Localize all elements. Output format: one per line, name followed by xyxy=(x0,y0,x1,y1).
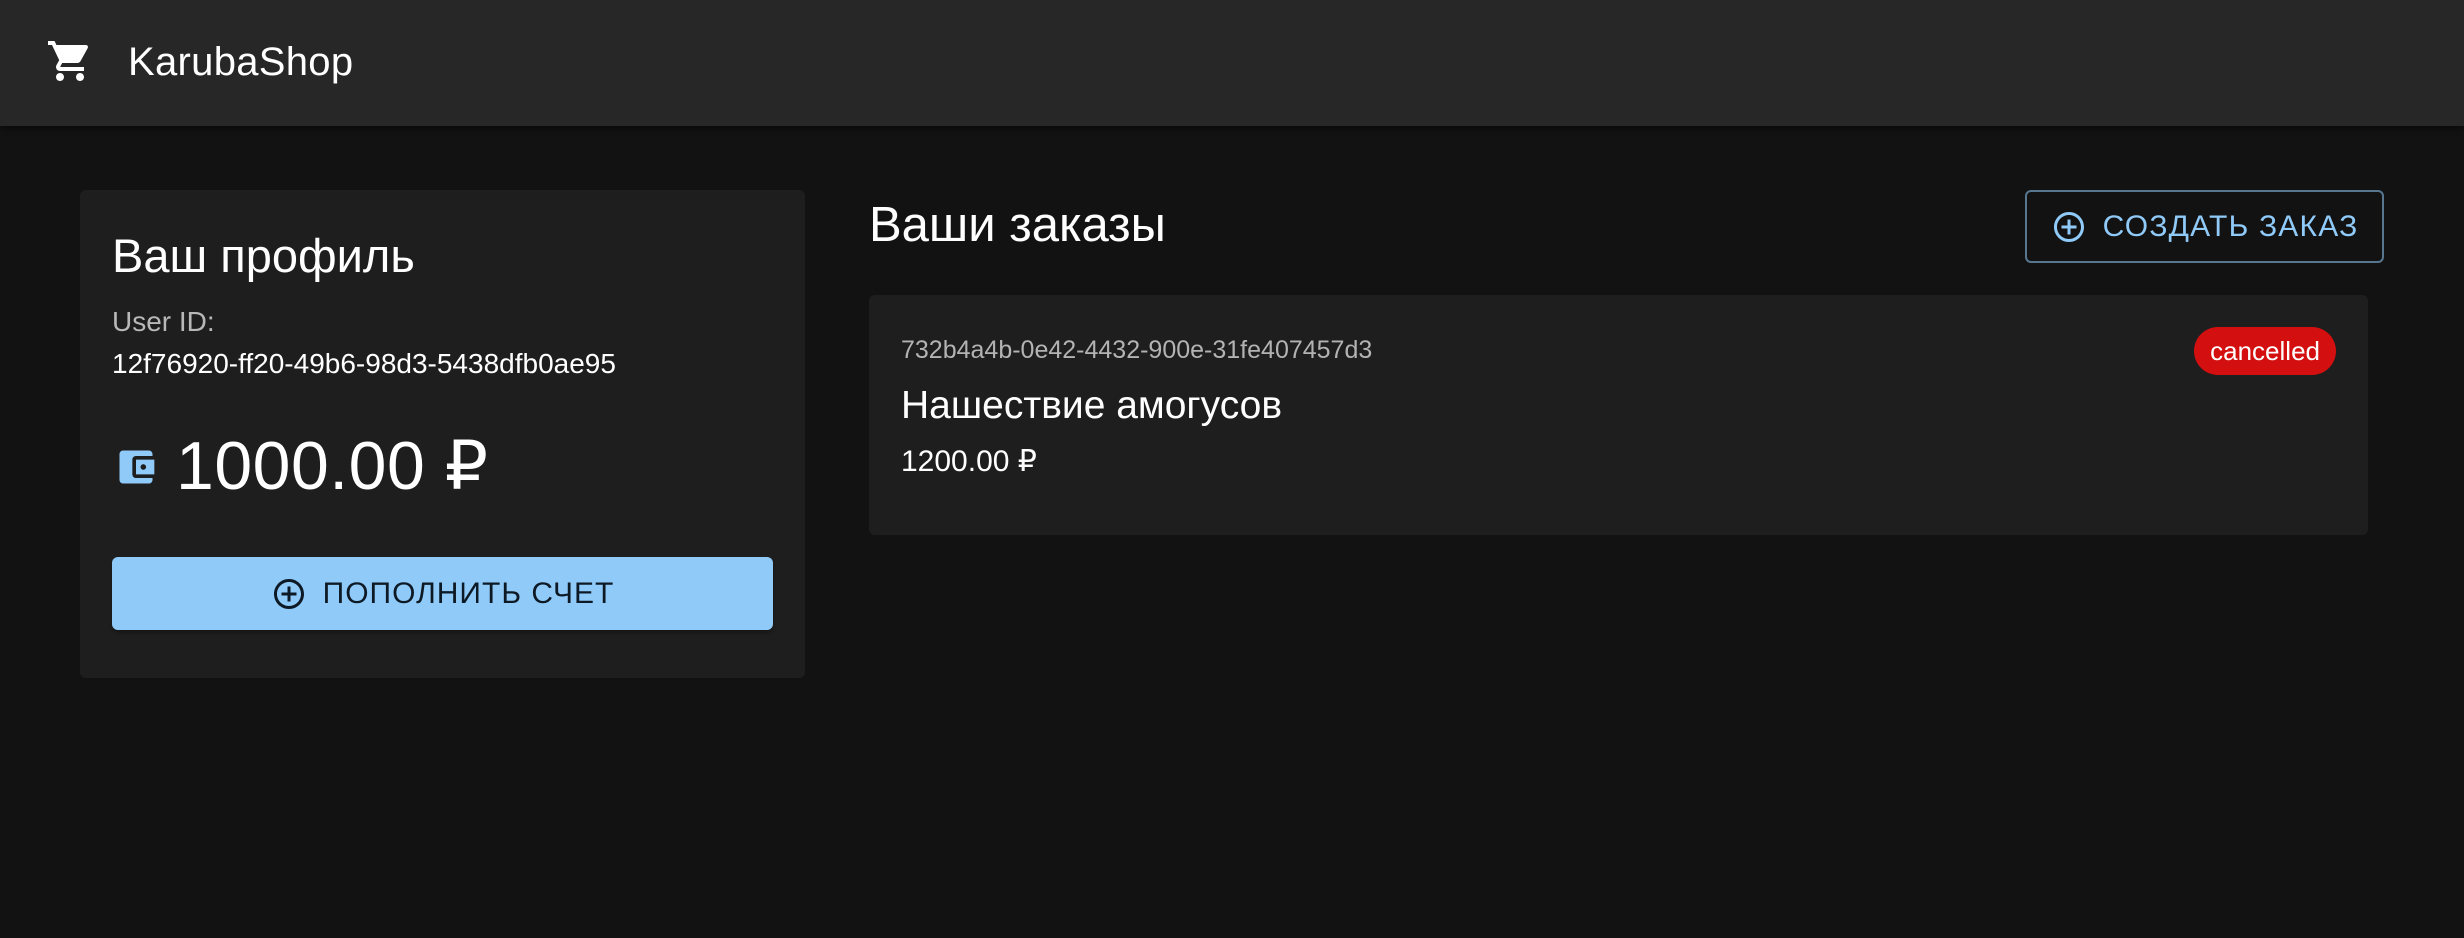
order-price: 1200.00 ₽ xyxy=(901,445,1037,478)
balance-value: 1000.00 ₽ xyxy=(176,428,489,504)
add-circle-icon xyxy=(2053,211,2084,242)
order-card[interactable]: 732b4a4b-0e42-4432-900e-31fe407457d3 Наш… xyxy=(869,295,2368,535)
top-up-button[interactable]: ПОПОЛНИТЬ СЧЕТ xyxy=(112,557,773,630)
profile-title: Ваш профиль xyxy=(112,229,415,282)
shopping-cart-icon[interactable] xyxy=(46,37,94,85)
create-order-label: СОЗДАТЬ ЗАКАЗ xyxy=(2102,209,2359,243)
app-bar: KarubaShop xyxy=(0,0,2464,126)
top-up-label: ПОПОЛНИТЬ СЧЕТ xyxy=(322,576,615,610)
order-name: Нашествие амогусов xyxy=(901,384,1283,427)
create-order-button[interactable]: СОЗДАТЬ ЗАКАЗ xyxy=(2025,190,2384,263)
status-badge: cancelled xyxy=(2194,327,2336,375)
orders-title: Ваши заказы xyxy=(869,198,1166,252)
profile-card: Ваш профиль User ID: 12f76920-ff20-49b6-… xyxy=(80,190,805,678)
wallet-icon xyxy=(119,450,155,484)
user-id-label: User ID: xyxy=(112,306,215,337)
add-circle-icon xyxy=(273,578,304,609)
brand-title[interactable]: KarubaShop xyxy=(128,38,353,86)
order-id: 732b4a4b-0e42-4432-900e-31fe407457d3 xyxy=(901,336,1373,364)
user-id-value: 12f76920-ff20-49b6-98d3-5438dfb0ae95 xyxy=(112,348,616,379)
